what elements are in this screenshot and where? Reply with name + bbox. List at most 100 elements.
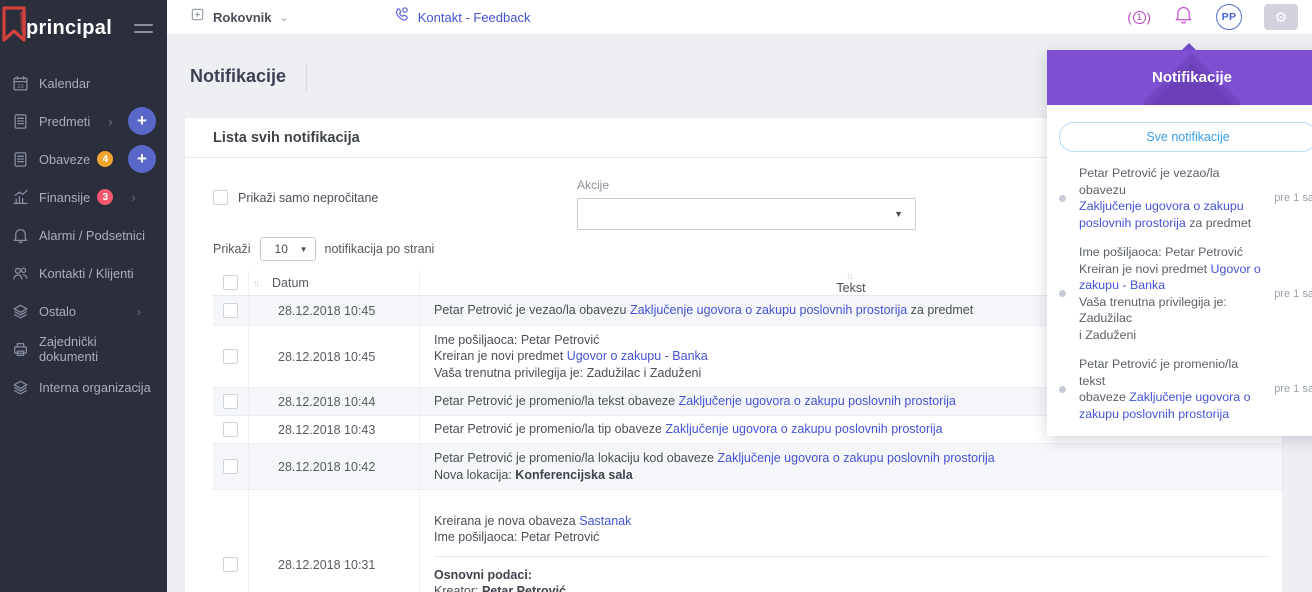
sidebar-item-zajedni-ki-dokumenti[interactable]: Zajednički dokumenti <box>0 330 167 368</box>
sidebar-item-kalendar[interactable]: 15Kalendar <box>0 64 167 102</box>
unread-checkbox-label: Prikaži samo nepročitane <box>238 191 378 205</box>
dropdown-items: Petar Petrović je vezao/la obavezu Zaklju… <box>1059 165 1312 422</box>
text-link[interactable]: Zaključenje ugovora o zakupu poslovnih p… <box>630 303 907 317</box>
row-checkbox[interactable] <box>223 422 238 437</box>
notification-time: pre 1 sat <box>1274 383 1312 395</box>
text-link[interactable]: Zaključenje ugovora o zakupu poslovnih p… <box>665 422 942 436</box>
dropdown-arrow-icon: ▼ <box>300 245 308 254</box>
rokovnik-label: Rokovnik <box>213 10 272 25</box>
kontakt-label: Kontakt - Feedback <box>418 10 531 25</box>
sidebar-item-ostalo[interactable]: Ostalo› <box>0 292 167 330</box>
sidebar-item-finansije[interactable]: Finansije3› <box>0 178 167 216</box>
add-button[interactable]: + <box>128 107 156 135</box>
per-page-value: 10 <box>275 242 288 256</box>
sort-icon[interactable]: ↑↓ <box>847 271 852 281</box>
text-segment: Petar Petrović je vezao/la obavezu <box>1079 166 1220 197</box>
text-segment: Kreiran je novi predmet <box>1079 262 1211 276</box>
rokovnik-menu[interactable]: Rokovnik ⌄ <box>190 7 289 27</box>
sidebar-item-label: Finansije <box>39 190 90 205</box>
text-link[interactable]: zakupu poslovnih prostorija <box>1079 407 1229 421</box>
column-header-datum[interactable]: Datum <box>272 276 309 290</box>
sort-icon[interactable]: ↑↓ <box>253 278 258 288</box>
logo[interactable]: principal <box>0 0 167 56</box>
text-link[interactable]: Ugovor o <box>1211 262 1261 276</box>
column-header-tekst[interactable]: Tekst <box>836 281 865 295</box>
gear-icon[interactable]: ⚙ <box>1264 4 1298 30</box>
svg-text:15: 15 <box>17 83 23 89</box>
text-segment: za predmet <box>1186 216 1251 230</box>
text-segment: Petar Petrović <box>482 584 566 592</box>
notification-time: pre 1 sat <box>1274 288 1312 300</box>
all-notifications-button[interactable]: Sve notifikacije <box>1059 122 1312 152</box>
row-checkbox[interactable] <box>223 459 238 474</box>
unread-checkbox[interactable] <box>213 190 228 205</box>
text-segment: Kreator: <box>434 584 482 592</box>
sidebar-item-kontakti-klijenti[interactable]: Kontakti / Klijenti <box>0 254 167 292</box>
topbar: Rokovnik ⌄ Kontakt - Feedback (1) PP ⚙ <box>167 0 1312 35</box>
row-checkbox[interactable] <box>223 557 238 572</box>
dropdown-arrow-icon: ▼ <box>894 209 903 219</box>
unread-dot-icon <box>1059 195 1079 202</box>
row-checkbox[interactable] <box>223 394 238 409</box>
row-date: 28.12.2018 10:45 <box>249 296 420 325</box>
text-segment: za predmet <box>907 303 973 317</box>
text-segment: Petar Petrović je promenio/la tekst <box>1079 357 1238 388</box>
sidebar-item-interna-organizacija[interactable]: Interna organizacija› <box>0 368 167 406</box>
dropdown-title: Notifikacije <box>1152 69 1232 86</box>
topbar-right: (1) PP ⚙ <box>1127 4 1298 30</box>
table-row: 28.12.2018 10:42Petar Petrović je promen… <box>213 444 1282 490</box>
sidebar-item-obaveze[interactable]: Obaveze4›+ <box>0 140 167 178</box>
text-link[interactable]: zakupu - Banka <box>1079 278 1165 292</box>
text-segment: Nova lokacija: <box>434 468 515 482</box>
currency-icon[interactable]: (1) <box>1127 10 1151 25</box>
select-all-checkbox[interactable] <box>223 275 238 290</box>
row-date: 28.12.2018 10:42 <box>249 444 420 489</box>
layers-icon <box>12 303 29 320</box>
text-link[interactable]: poslovnih prostorija <box>1079 216 1186 230</box>
chevron-right-icon: › <box>137 381 141 394</box>
layers-icon <box>12 379 29 396</box>
text-link[interactable]: Zaključenje ugovora o zakupu poslovnih p… <box>717 451 994 465</box>
divider <box>434 556 1268 557</box>
text-segment: Vaša trenutna privilegija je: Zadužilac … <box>434 366 701 380</box>
text-link[interactable]: Ugovor o zakupu - Banka <box>567 349 708 363</box>
akcije-label: Akcije <box>577 178 916 192</box>
per-page-prefix: Prikaži <box>213 242 251 256</box>
text-segment: Petar Petrović je promenio/la tip obavez… <box>434 422 665 436</box>
avatar[interactable]: PP <box>1216 4 1242 30</box>
notification-item[interactable]: Ime pošiljaoca: Petar Petrović Kreiran je… <box>1059 244 1312 343</box>
text-segment: Ime pošiljaoca: Petar Petrović <box>1079 245 1243 259</box>
sidebar-item-label: Ostalo <box>39 304 76 319</box>
notification-text: Ime pošiljaoca: Petar Petrović Kreiran je… <box>1079 244 1261 343</box>
per-page-select[interactable]: 10 ▼ <box>260 237 316 261</box>
text-segment: Konferencijska sala <box>515 468 632 482</box>
row-checkbox[interactable] <box>223 303 238 318</box>
notification-item[interactable]: Petar Petrović je vezao/la obavezu Zaklju… <box>1059 165 1312 231</box>
sidebar-item-predmeti[interactable]: Predmeti›+ <box>0 102 167 140</box>
row-date: 28.12.2018 10:44 <box>249 388 420 415</box>
notifications-dropdown: Notifikacije Sve notifikacije Petar Petr… <box>1047 50 1312 436</box>
row-checkbox[interactable] <box>223 349 238 364</box>
text-segment: Ime pošiljaoca: Petar Petrović <box>434 530 599 544</box>
sidebar-item-label: Interna organizacija <box>39 380 151 395</box>
notification-item[interactable]: Petar Petrović je promenio/la tekst obave… <box>1059 356 1312 422</box>
unread-filter[interactable]: Prikaži samo nepročitane <box>213 190 378 205</box>
row-date: 28.12.2018 10:43 <box>249 416 420 443</box>
sidebar-item-label: Zajednički dokumenti <box>39 334 155 364</box>
people-icon <box>12 265 29 282</box>
sidebar-item-label: Predmeti <box>39 114 90 129</box>
notifications-bell-icon[interactable] <box>1173 4 1194 30</box>
akcije-select[interactable]: ▼ <box>577 198 916 230</box>
sidebar-item-alarmi-podsetnici[interactable]: Alarmi / Podsetnici <box>0 216 167 254</box>
kontakt-feedback-link[interactable]: Kontakt - Feedback <box>393 6 531 28</box>
text-segment: obaveze <box>1079 390 1129 404</box>
calendar-plus-icon <box>190 7 205 27</box>
text-segment: Petar Petrović je promenio/la tekst obav… <box>434 394 679 408</box>
text-segment: Kreirana je nova obaveza <box>434 514 579 528</box>
hamburger-menu-icon[interactable] <box>134 24 153 33</box>
text-link[interactable]: Sastanak <box>579 514 631 528</box>
text-link[interactable]: Zaključenje ugovora o zakupu poslovnih p… <box>679 394 956 408</box>
text-link[interactable]: Zaključenje ugovora o zakupu <box>1079 199 1244 213</box>
text-link[interactable]: Zaključenje ugovora o <box>1129 390 1250 404</box>
add-button[interactable]: + <box>128 145 156 173</box>
